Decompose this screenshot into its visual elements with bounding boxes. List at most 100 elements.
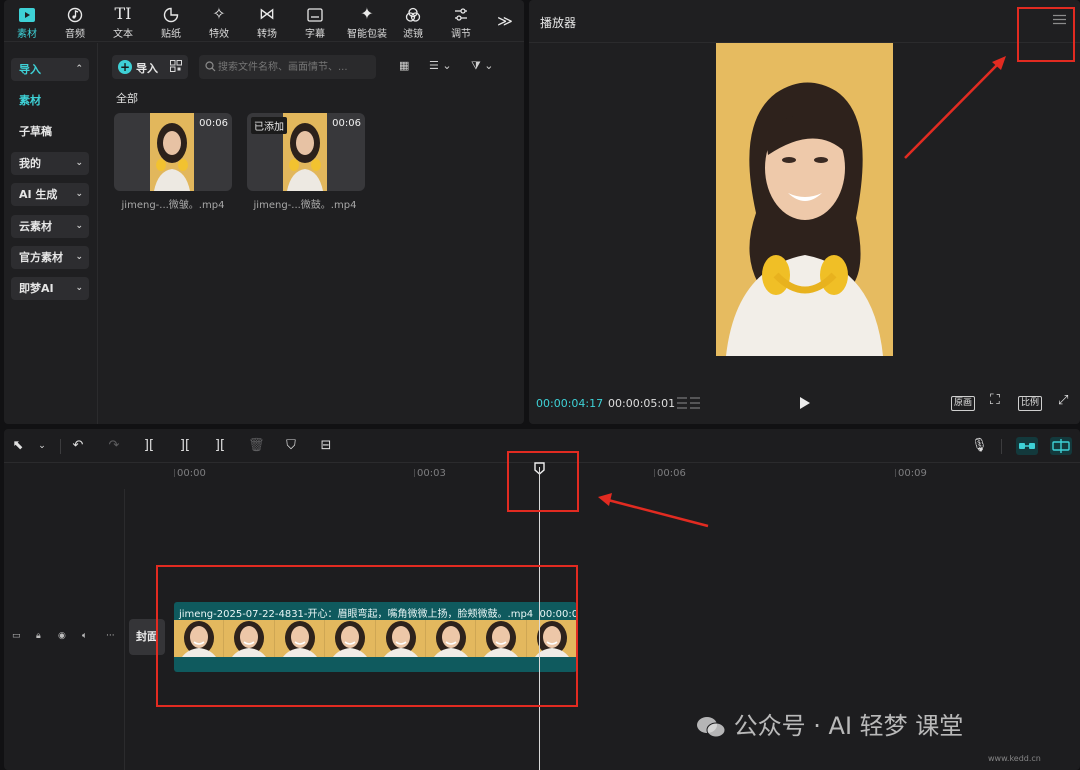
divider <box>1001 439 1002 454</box>
export-frame-icon[interactable]: ⊟ <box>318 438 334 454</box>
ruler-tick <box>654 469 655 477</box>
portrait-thumbnail <box>283 113 327 191</box>
audio-icon <box>52 4 98 24</box>
portrait-thumbnail <box>150 113 194 191</box>
segments-icon[interactable] <box>677 396 701 410</box>
media-item[interactable]: 00:06 <box>114 113 232 191</box>
effects-icon: ✧ <box>212 4 226 23</box>
lock-icon[interactable]: 🔒︎ <box>36 631 41 641</box>
track-header <box>4 489 125 770</box>
chevron-down-icon: ⌄ <box>75 252 83 262</box>
original-quality-button[interactable]: 原画 <box>951 396 976 411</box>
adjust-icon <box>438 4 484 24</box>
sidebar-item-mine[interactable]: 我的 ⌄ <box>11 152 89 175</box>
sidebar-item-official[interactable]: 官方素材 ⌄ <box>11 246 89 269</box>
double-chevron-right-icon: ≫ <box>497 12 513 30</box>
tab-text[interactable]: TI 文本 <box>100 4 146 40</box>
ruler-label: 00:06 <box>657 468 686 479</box>
chevron-up-icon: ⌃ <box>75 64 83 74</box>
subtitle-icon <box>292 4 338 24</box>
transition-icon: ⋈ <box>259 4 275 23</box>
preview-axis-icon <box>1052 439 1070 453</box>
thumbnail-image <box>150 113 194 191</box>
video-track-icon[interactable]: ▭ <box>12 631 21 641</box>
watermark: 公众号 · AI 轻梦 课堂 <box>696 706 963 741</box>
preview-axis-toggle[interactable] <box>1050 437 1072 455</box>
chevron-down-icon[interactable]: ⌄ <box>34 438 50 454</box>
tab-audio[interactable]: 音频 <box>52 4 98 40</box>
section-title-all: 全部 <box>116 92 138 105</box>
ruler-tick <box>174 469 175 477</box>
import-button[interactable]: + 导入 <box>112 55 188 79</box>
tab-sticker[interactable]: 贴纸 <box>148 4 194 40</box>
current-time: 00:00:04:17 <box>536 397 604 410</box>
tab-subtitle[interactable]: 字幕 <box>292 4 338 40</box>
media-icon <box>4 4 50 24</box>
tab-media[interactable]: 素材 <box>4 4 50 40</box>
search-input[interactable] <box>218 58 368 76</box>
media-panel: 素材 音频 TI 文本 贴纸 ✧ 特效 ⋈ 转场 字幕 ✦ 智能包装 滤镜 调节… <box>4 0 524 424</box>
sidebar-item-import[interactable]: 导入 ⌃ <box>11 58 89 81</box>
ruler-label: 00:00 <box>177 468 206 479</box>
play-button[interactable] <box>799 397 811 409</box>
ratio-button[interactable]: 比例 <box>1018 396 1043 411</box>
sidebar-item-ai-generate[interactable]: AI 生成 ⌄ <box>11 183 89 206</box>
chevron-down-icon: ⌄ <box>75 158 83 168</box>
sidebar-item-subdraft[interactable]: 子草稿 <box>11 120 89 143</box>
delete-icon[interactable]: 🗑 <box>248 438 265 454</box>
select-cursor-icon[interactable]: ⬉ <box>10 438 26 454</box>
ruler-tick <box>895 469 896 477</box>
wechat-icon <box>697 717 726 738</box>
video-preview[interactable] <box>716 43 893 356</box>
split-right-icon[interactable]: ][ <box>212 438 228 454</box>
tab-adjust[interactable]: 调节 <box>438 4 484 40</box>
watermark-site: www.kedd.cn <box>988 754 1041 763</box>
player-title: 播放器 <box>540 16 577 30</box>
split-left-icon[interactable]: ][ <box>177 438 193 454</box>
tab-filter[interactable]: 滤镜 <box>390 4 436 40</box>
smart-pack-icon: ✦ <box>360 4 374 23</box>
ruler-label: 00:03 <box>417 468 446 479</box>
sidebar-item-cloud[interactable]: 云素材 ⌄ <box>11 215 89 238</box>
filter-sort-icon[interactable]: ⧩ ⌄ <box>471 59 494 73</box>
tab-transition[interactable]: ⋈ 转场 <box>244 4 290 40</box>
chevron-down-icon: ⌄ <box>75 221 83 231</box>
media-item[interactable]: 已添加 00:06 <box>247 113 365 191</box>
media-item-name: jimeng-...微鼓。.mp4 <box>253 200 357 211</box>
annotation-box-playhead <box>507 451 579 512</box>
divider <box>60 439 61 454</box>
text-icon: TI <box>114 4 132 23</box>
microphone-icon[interactable]: 🎙 <box>971 438 988 454</box>
fullscreen-crop-icon[interactable]: ⛶ <box>988 393 1002 409</box>
tab-smart-pack[interactable]: ✦ 智能包装 <box>340 4 394 40</box>
link-icon <box>1019 443 1035 449</box>
speaker-icon[interactable]: 🔈︎ <box>82 631 87 641</box>
sticker-icon <box>148 4 194 24</box>
tab-effects[interactable]: ✧ 特效 <box>196 4 242 40</box>
undo-icon[interactable]: ↶ <box>70 438 86 454</box>
media-sidebar: 导入 ⌃ 素材 子草稿 我的 ⌄ AI 生成 ⌄ 云素材 ⌄ 官方素材 ⌄ 即梦AI ⌄ <box>4 43 98 424</box>
grid-view-icon[interactable]: ▦ <box>399 59 409 73</box>
added-badge: 已添加 <box>251 117 287 134</box>
annotation-box-clip <box>156 565 578 707</box>
media-search[interactable] <box>199 55 376 79</box>
thumbnail-image <box>283 113 327 191</box>
redo-icon[interactable]: ↷ <box>106 438 122 454</box>
portrait-video-frame <box>716 43 893 356</box>
eye-icon[interactable]: ◉ <box>58 631 66 641</box>
filter-icon <box>390 4 436 24</box>
mark-icon[interactable]: ⛉ <box>283 438 299 454</box>
ruler-tick <box>414 469 415 477</box>
sidebar-item-jimeng-ai[interactable]: 即梦AI ⌄ <box>11 277 89 300</box>
expand-icon[interactable]: ⤢ <box>1056 394 1070 409</box>
sort-icon[interactable]: ☰ ⌄ <box>429 59 452 73</box>
sidebar-item-media[interactable]: 素材 <box>11 89 89 112</box>
media-content: + 导入 ▦ ☰ ⌄ ⧩ ⌄ 全部 00:06 jimeng-...微皱。.mp… <box>99 43 524 424</box>
more-icon[interactable]: ··· <box>106 631 115 641</box>
split-icon[interactable]: ][ <box>141 438 157 454</box>
chevron-down-icon: ⌄ <box>75 189 83 199</box>
chevron-down-icon: ⌄ <box>75 283 83 293</box>
magnet-toggle[interactable] <box>1016 437 1038 455</box>
more-tabs-button[interactable]: ≫ <box>490 11 520 47</box>
search-icon <box>205 61 216 72</box>
